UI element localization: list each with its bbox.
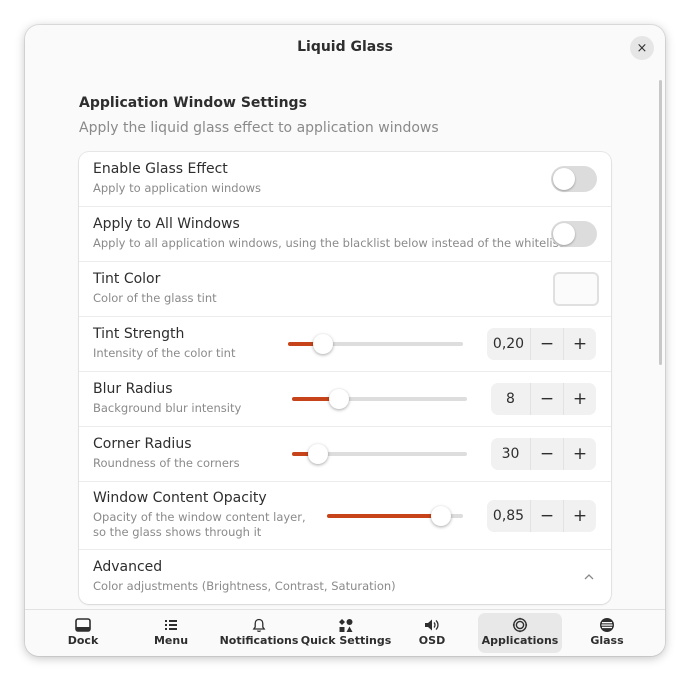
increment-button[interactable]: +	[564, 438, 596, 470]
row-title: Blur Radius	[93, 381, 173, 397]
row-subtitle: Apply to application windows	[93, 181, 262, 195]
row-title: Tint Color	[93, 271, 161, 287]
tab-label: Quick Settings	[300, 634, 392, 647]
row-tint-color: Tint Color Color of the glass tint	[79, 262, 611, 317]
row-advanced[interactable]: Advanced Color adjustments (Brightness, …	[79, 550, 611, 604]
spin-value[interactable]: 0,85	[487, 500, 531, 532]
decrement-button[interactable]: −	[531, 328, 564, 360]
blur-radius-slider[interactable]	[292, 389, 467, 409]
tab-label: Glass	[590, 634, 624, 647]
settings-window: Liquid Glass × Application Window Settin…	[25, 25, 665, 656]
close-button[interactable]: ×	[630, 36, 654, 60]
decrement-button[interactable]: −	[531, 500, 564, 532]
row-subtitle: Color adjustments (Brightness, Contrast,…	[93, 579, 396, 593]
tab-label: Menu	[153, 634, 189, 647]
row-title: Tint Strength	[93, 326, 185, 342]
bell-icon	[250, 617, 268, 633]
spin-value[interactable]: 30	[491, 438, 531, 470]
scrollbar[interactable]	[659, 80, 662, 365]
tab-notifications[interactable]: Notifications	[214, 613, 304, 653]
tab-menu[interactable]: Menu	[128, 613, 214, 653]
row-subtitle-line-2: so the glass shows through it	[93, 525, 262, 539]
tab-label: Applications	[481, 634, 559, 647]
slider-handle[interactable]	[313, 334, 333, 354]
slider-handle[interactable]	[431, 506, 452, 526]
header-bar: Liquid Glass ×	[25, 25, 665, 71]
row-subtitle: Background blur intensity	[93, 401, 242, 415]
quick-settings-icon	[337, 617, 355, 633]
decrement-button[interactable]: −	[531, 438, 564, 470]
increment-button[interactable]: +	[564, 500, 596, 532]
row-title: Advanced	[93, 559, 163, 575]
row-corner-radius: Corner Radius Roundness of the corners 3…	[79, 427, 611, 482]
menu-icon	[162, 617, 180, 633]
tint-strength-slider[interactable]	[288, 334, 463, 354]
tab-osd[interactable]: OSD	[388, 613, 476, 653]
row-title: Window Content Opacity	[93, 490, 267, 506]
window-content-opacity-spinbutton: 0,85 − +	[487, 500, 596, 532]
slider-handle[interactable]	[329, 389, 350, 409]
slider-handle[interactable]	[308, 444, 329, 464]
tab-dock[interactable]: Dock	[38, 613, 128, 653]
corner-radius-slider[interactable]	[292, 444, 467, 464]
apply-to-all-windows-toggle[interactable]	[551, 221, 597, 247]
row-subtitle: Apply to all application windows, using …	[93, 236, 564, 250]
toggle-knob	[553, 223, 575, 245]
section-subtitle: Apply the liquid glass effect to applica…	[79, 120, 439, 136]
spin-value[interactable]: 8	[491, 383, 531, 415]
increment-button[interactable]: +	[564, 328, 596, 360]
row-title: Enable Glass Effect	[93, 161, 228, 177]
dock-icon	[74, 617, 92, 633]
tab-applications[interactable]: Applications	[478, 613, 562, 653]
decrement-button[interactable]: −	[531, 383, 564, 415]
row-title: Corner Radius	[93, 436, 192, 452]
tint-strength-spinbutton: 0,20 − +	[487, 328, 596, 360]
corner-radius-spinbutton: 30 − +	[491, 438, 596, 470]
enable-glass-effect-toggle[interactable]	[551, 166, 597, 192]
glass-icon	[598, 617, 616, 633]
toggle-knob	[553, 168, 575, 190]
row-apply-to-all-windows: Apply to All Windows Apply to all applic…	[79, 207, 611, 262]
tab-label: Notifications	[219, 634, 299, 647]
row-subtitle: Color of the glass tint	[93, 291, 217, 305]
tab-quick-settings[interactable]: Quick Settings	[301, 613, 391, 653]
tab-label: OSD	[418, 634, 446, 647]
spin-value[interactable]: 0,20	[487, 328, 531, 360]
slider-fill	[327, 514, 442, 518]
close-icon: ×	[636, 40, 648, 56]
row-window-content-opacity: Window Content Opacity Opacity of the wi…	[79, 482, 611, 550]
applications-icon	[511, 617, 529, 633]
row-subtitle-line-1: Opacity of the window content layer,	[93, 510, 306, 524]
window-content-opacity-slider[interactable]	[327, 506, 463, 526]
blur-radius-spinbutton: 8 − +	[491, 383, 596, 415]
tab-label: Dock	[67, 634, 99, 647]
settings-list: Enable Glass Effect Apply to application…	[79, 152, 611, 604]
row-title: Apply to All Windows	[93, 216, 240, 232]
section-title: Application Window Settings	[79, 95, 307, 111]
view-switcher-bar: Dock Menu Notifications Quick Settings O	[25, 609, 665, 656]
speaker-icon	[423, 617, 441, 633]
row-tint-strength: Tint Strength Intensity of the color tin…	[79, 317, 611, 372]
row-enable-glass-effect: Enable Glass Effect Apply to application…	[79, 152, 611, 207]
row-subtitle: Intensity of the color tint	[93, 346, 236, 360]
chevron-up-icon[interactable]	[584, 572, 594, 582]
tab-glass[interactable]: Glass	[564, 613, 650, 653]
row-blur-radius: Blur Radius Background blur intensity 8 …	[79, 372, 611, 427]
tint-color-button[interactable]	[553, 272, 599, 306]
row-subtitle: Roundness of the corners	[93, 456, 240, 470]
increment-button[interactable]: +	[564, 383, 596, 415]
window-title: Liquid Glass	[297, 39, 393, 55]
